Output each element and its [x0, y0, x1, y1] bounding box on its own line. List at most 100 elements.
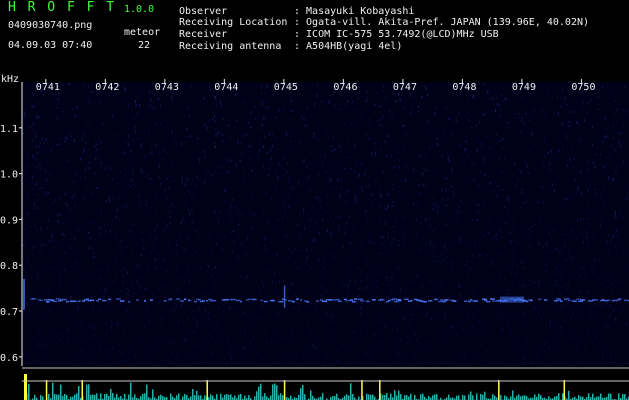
noise-dot: [391, 291, 393, 295]
noise-dot: [86, 167, 88, 168]
noise-dot: [143, 287, 145, 291]
histogram-bar: [86, 384, 88, 400]
x-tick-label: 0745: [274, 82, 298, 93]
noise-dot: [295, 361, 297, 364]
noise-dot: [560, 330, 562, 333]
noise-dot: [420, 251, 422, 254]
noise-dot: [31, 264, 33, 268]
carrier-segment: [40, 299, 43, 301]
noise-dot: [311, 267, 313, 270]
noise-dot: [604, 346, 606, 348]
noise-dot: [179, 234, 181, 238]
noise-dot: [584, 325, 586, 327]
noise-dot: [627, 293, 628, 296]
histogram-bar: [350, 383, 352, 400]
noise-dot: [343, 283, 345, 286]
noise-dot: [172, 253, 174, 256]
noise-dot: [384, 301, 386, 305]
histogram-peak: [206, 380, 208, 400]
noise-dot: [488, 232, 490, 235]
noise-dot: [407, 335, 408, 337]
carrier-segment: [560, 300, 563, 302]
noise-dot: [193, 161, 195, 163]
noise-dot: [319, 232, 320, 235]
noise-dot: [163, 159, 165, 161]
noise-dot: [192, 297, 194, 300]
noise-dot: [290, 186, 292, 190]
noise-dot: [525, 200, 527, 203]
histogram-bar: [556, 396, 558, 400]
noise-dot: [582, 101, 584, 103]
noise-dot: [585, 186, 587, 188]
noise-dot: [171, 362, 173, 364]
noise-dot: [263, 136, 265, 138]
carrier-segment: [392, 298, 397, 300]
noise-dot: [248, 339, 250, 342]
noise-dot: [508, 288, 510, 291]
noise-dot: [442, 198, 444, 201]
noise-dot: [433, 203, 435, 205]
noise-dot: [42, 344, 44, 347]
noise-dot: [439, 346, 441, 348]
noise-dot: [58, 268, 60, 272]
noise-dot: [357, 110, 359, 113]
noise-dot: [59, 143, 61, 146]
noise-dot: [122, 362, 124, 365]
noise-dot: [397, 327, 398, 331]
noise-dot: [158, 289, 160, 292]
noise-dot: [192, 195, 194, 197]
histogram-bar: [618, 393, 620, 400]
noise-dot: [485, 205, 487, 207]
noise-dot: [455, 269, 457, 272]
noise-dot: [205, 155, 207, 158]
noise-dot: [178, 319, 180, 323]
carrier-segment: [46, 301, 50, 303]
noise-dot: [452, 190, 454, 194]
noise-dot: [507, 198, 509, 201]
noise-dot: [236, 275, 238, 277]
noise-dot: [291, 332, 293, 335]
noise-dot: [506, 209, 508, 211]
noise-dot: [49, 339, 51, 342]
noise-dot: [251, 227, 253, 230]
noise-dot: [54, 334, 55, 336]
noise-dot: [457, 303, 459, 305]
noise-dot: [176, 252, 178, 255]
noise-dot: [507, 323, 509, 327]
noise-dot: [306, 205, 308, 208]
noise-dot: [485, 321, 486, 325]
noise-dot: [606, 343, 608, 346]
histogram-bar: [400, 394, 402, 400]
noise-dot: [570, 318, 571, 320]
noise-dot: [570, 247, 572, 249]
noise-dot: [189, 330, 191, 333]
noise-dot: [240, 142, 242, 145]
noise-dot: [304, 227, 306, 230]
noise-dot: [491, 237, 493, 240]
noise-dot: [498, 297, 500, 299]
noise-dot: [86, 185, 88, 187]
noise-dot: [175, 337, 177, 339]
histogram-bar: [52, 382, 54, 400]
carrier-segment: [404, 298, 409, 300]
noise-dot: [553, 188, 555, 192]
noise-dot: [443, 353, 445, 355]
noise-dot: [56, 143, 58, 146]
noise-dot: [300, 232, 302, 235]
noise-dot: [583, 267, 585, 270]
noise-dot: [422, 183, 424, 186]
noise-dot: [561, 198, 563, 199]
histogram-bar: [170, 393, 172, 400]
noise-dot: [562, 233, 564, 236]
noise-field: [22, 82, 629, 369]
noise-dot: [193, 309, 195, 312]
noise-dot: [422, 135, 424, 137]
noise-dot: [242, 240, 244, 243]
noise-dot: [520, 171, 522, 174]
noise-dot: [568, 309, 570, 312]
noise-dot: [538, 280, 540, 282]
noise-dot: [554, 282, 556, 285]
noise-dot: [348, 156, 350, 158]
noise-dot: [534, 281, 536, 284]
noise-dot: [39, 187, 41, 189]
